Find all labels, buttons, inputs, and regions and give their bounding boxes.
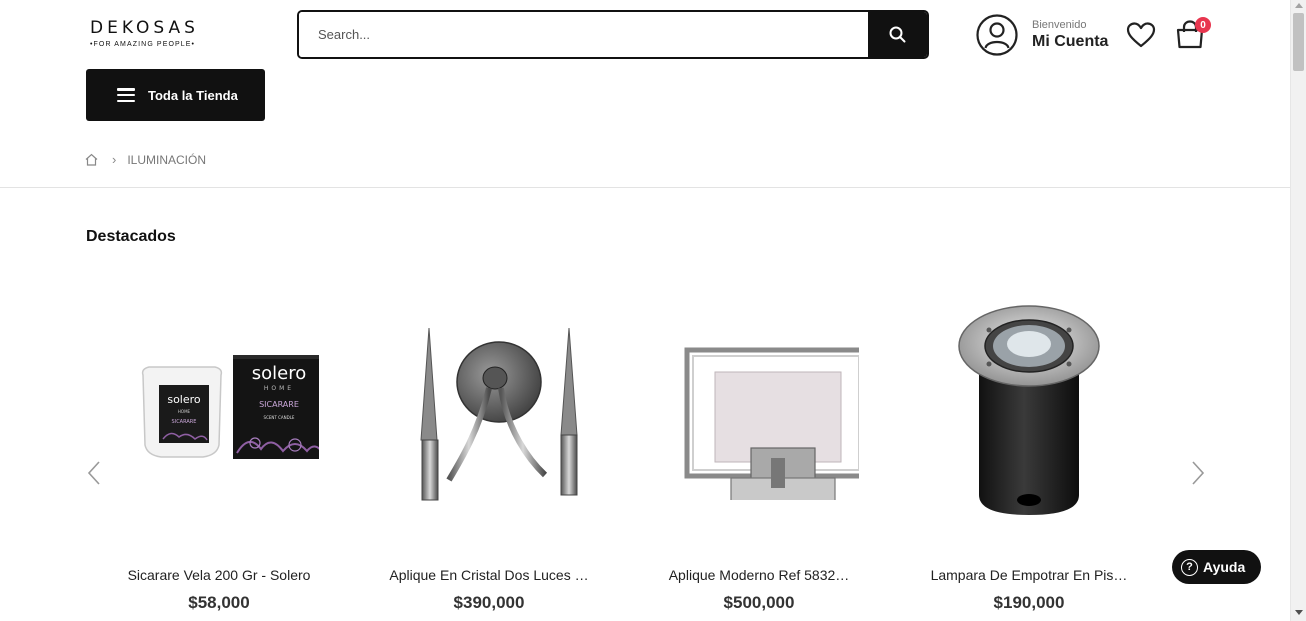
logo-tagline: •FOR AMAZING PEOPLE• bbox=[90, 41, 196, 48]
heart-icon[interactable] bbox=[1126, 21, 1156, 49]
scroll-up-icon[interactable] bbox=[1295, 3, 1303, 8]
product-card[interactable]: Lampara De Empotrar En Pis… $190,000 bbox=[914, 285, 1144, 621]
home-icon[interactable] bbox=[85, 153, 98, 166]
chevron-right-icon[interactable] bbox=[1188, 458, 1208, 488]
product-name[interactable]: Lampara De Empotrar En Pis… bbox=[914, 567, 1144, 583]
inground-lamp-image bbox=[958, 305, 1100, 515]
candle-brand-sub-text: HOME bbox=[178, 409, 191, 414]
product-name[interactable]: Sicarare Vela 200 Gr - Solero bbox=[104, 567, 334, 583]
search-button[interactable] bbox=[868, 12, 927, 57]
help-button[interactable]: ? Ayuda bbox=[1172, 550, 1261, 584]
product-card[interactable]: Aplique Moderno Ref 5832… $500,000 bbox=[644, 285, 874, 621]
candle-brand-text: solero bbox=[167, 393, 201, 406]
sconce-image bbox=[420, 327, 578, 501]
product-price: $500,000 bbox=[723, 593, 795, 612]
account-welcome: Bienvenido bbox=[1032, 18, 1087, 31]
user-icon bbox=[976, 14, 1018, 56]
logo-text: DEKOSAS bbox=[90, 18, 199, 38]
section-title: Destacados bbox=[86, 228, 176, 245]
product-image[interactable]: solero HOME SICARARE solero HOME SICARAR… bbox=[104, 285, 334, 535]
header-divider bbox=[0, 187, 1290, 188]
product-card[interactable]: solero HOME SICARARE solero HOME SICARAR… bbox=[104, 285, 334, 621]
candle-box-sub-text: HOME bbox=[264, 385, 294, 392]
question-icon: ? bbox=[1181, 558, 1198, 576]
menu-icon bbox=[117, 88, 135, 102]
candle-box-detail-text: SCENT CANDLE bbox=[264, 415, 295, 420]
product-price: $190,000 bbox=[993, 593, 1065, 612]
cart-count-badge: 0 bbox=[1195, 17, 1211, 33]
product-card[interactable]: Aplique En Cristal Dos Luces … $390,000 bbox=[374, 285, 604, 621]
breadcrumb: › ILUMINACIÓN bbox=[85, 152, 206, 167]
search-input[interactable] bbox=[299, 12, 868, 57]
logo[interactable]: DEKOSAS •FOR AMAZING PEOPLE• bbox=[90, 18, 205, 50]
account-name: Mi Cuenta bbox=[1032, 32, 1109, 50]
modern-sconce-image bbox=[684, 347, 859, 500]
search-bar bbox=[297, 10, 929, 59]
product-price: $58,000 bbox=[188, 593, 250, 612]
product-name[interactable]: Aplique En Cristal Dos Luces … bbox=[374, 567, 604, 583]
product-image[interactable] bbox=[914, 285, 1144, 535]
scroll-thumb[interactable] bbox=[1293, 13, 1304, 71]
all-store-label: Toda la Tienda bbox=[148, 87, 238, 103]
search-icon bbox=[889, 26, 906, 43]
all-store-button[interactable]: Toda la Tienda bbox=[86, 69, 265, 121]
scroll-down-icon[interactable] bbox=[1295, 610, 1303, 615]
candle-box-brand-text: solero bbox=[252, 363, 306, 384]
candle-name-text: SICARARE bbox=[172, 419, 197, 425]
product-price: $390,000 bbox=[453, 593, 525, 612]
chevron-right-icon: › bbox=[112, 152, 117, 167]
candle-image: solero HOME SICARARE solero HOME SICARAR… bbox=[141, 355, 319, 459]
candle-box-name-text: SICARARE bbox=[259, 400, 299, 409]
product-image[interactable] bbox=[644, 285, 874, 535]
account-link[interactable]: Bienvenido Mi Cuenta bbox=[976, 14, 1108, 56]
product-name[interactable]: Aplique Moderno Ref 5832… bbox=[644, 567, 874, 583]
chevron-left-icon[interactable] bbox=[84, 458, 104, 488]
scrollbar[interactable] bbox=[1290, 0, 1306, 621]
breadcrumb-current: ILUMINACIÓN bbox=[127, 152, 207, 167]
product-image[interactable] bbox=[374, 285, 604, 535]
help-label: Ayuda bbox=[1203, 559, 1246, 575]
